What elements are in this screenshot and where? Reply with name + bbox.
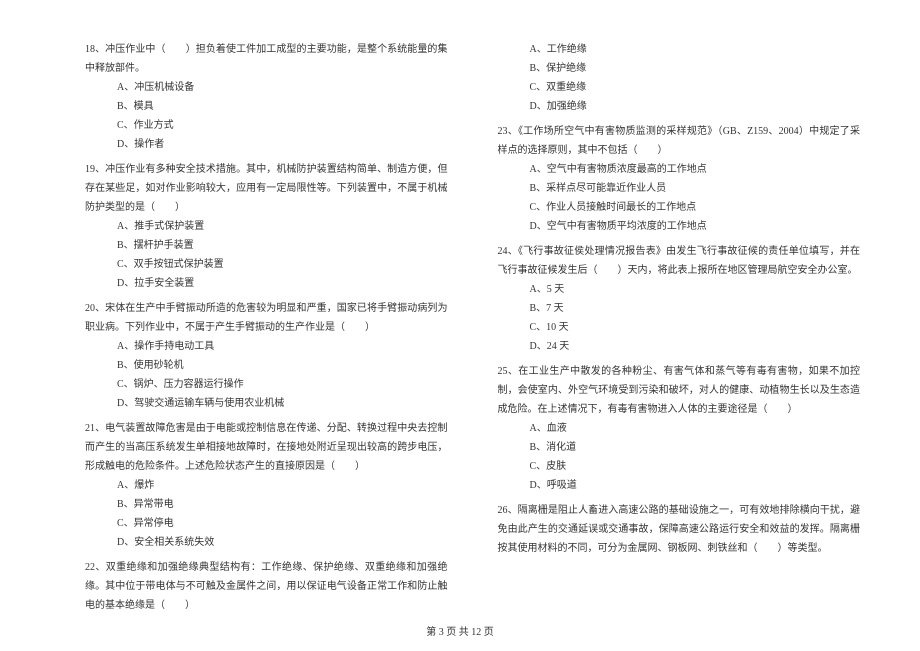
option-b: B、摆杆护手装置: [85, 236, 448, 255]
option-d: D、加强绝缘: [498, 97, 861, 116]
option-b: B、消化道: [498, 438, 861, 457]
option-b: B、采样点尽可能靠近作业人员: [498, 179, 861, 198]
option-a: A、工作绝缘: [498, 40, 861, 59]
question-text: 20、宋体在生产中手臂振动所造的危害较为明显和严重，国家已将手臂振动病列为职业病…: [85, 299, 448, 337]
question-24: 24、《飞行事故征侯处理情况报告表》由发生飞行事故征候的责任单位填写，并在飞行事…: [498, 242, 861, 356]
option-a: A、空气中有害物质浓度最高的工作地点: [498, 160, 861, 179]
question-23: 23、《工作场所空气中有害物质监测的采样规范》（GB、Z159、2004）中规定…: [498, 122, 861, 236]
option-d: D、操作者: [85, 135, 448, 154]
option-c: C、皮肤: [498, 457, 861, 476]
question-25: 25、在工业生产中散发的各种粉尘、有害气体和蒸气等有毒有害物，如果不加控制，会使…: [498, 362, 861, 495]
option-c: C、作业人员接触时间最长的工作地点: [498, 198, 861, 217]
option-d: D、空气中有害物质平均浓度的工作地点: [498, 217, 861, 236]
page-footer: 第 3 页 共 12 页: [0, 623, 920, 638]
question-22: 22、双重绝缘和加强绝缘典型结构有：工作绝缘、保护绝缘、双重绝缘和加强绝缘。其中…: [85, 558, 448, 615]
option-b: B、模具: [85, 97, 448, 116]
question-text: 23、《工作场所空气中有害物质监测的采样规范》（GB、Z159、2004）中规定…: [498, 122, 861, 160]
question-text: 19、冲压作业有多种安全技术措施。其中，机械防护装置结构简单、制造方便，但存在某…: [85, 160, 448, 217]
option-b: B、使用砂轮机: [85, 356, 448, 375]
question-text: 21、电气装置故障危害是由于电能或控制信息在传递、分配、转换过程中央去控制而产生…: [85, 419, 448, 476]
option-c: C、10 天: [498, 318, 861, 337]
question-18: 18、冲压作业中（ ）担负着使工件加工成型的主要功能，是整个系统能量的集中释放部…: [85, 40, 448, 154]
option-a: A、冲压机械设备: [85, 78, 448, 97]
left-column: 18、冲压作业中（ ）担负着使工件加工成型的主要功能，是整个系统能量的集中释放部…: [85, 40, 448, 621]
option-d: D、安全相关系统失效: [85, 533, 448, 552]
question-20: 20、宋体在生产中手臂振动所造的危害较为明显和严重，国家已将手臂振动病列为职业病…: [85, 299, 448, 413]
option-b: B、7 天: [498, 299, 861, 318]
option-c: C、作业方式: [85, 116, 448, 135]
question-22-options: A、工作绝缘 B、保护绝缘 C、双重绝缘 D、加强绝缘: [498, 40, 861, 116]
question-text: 26、隔离栅是阻止人畜进入高速公路的基础设施之一，可有效地排除横向干扰，避免由此…: [498, 501, 861, 558]
document-page: 18、冲压作业中（ ）担负着使工件加工成型的主要功能，是整个系统能量的集中释放部…: [0, 0, 920, 651]
option-b: B、异常带电: [85, 495, 448, 514]
option-a: A、操作手持电动工具: [85, 337, 448, 356]
question-19: 19、冲压作业有多种安全技术措施。其中，机械防护装置结构简单、制造方便，但存在某…: [85, 160, 448, 293]
option-c: C、锅炉、压力容器运行操作: [85, 375, 448, 394]
option-b: B、保护绝缘: [498, 59, 861, 78]
question-text: 24、《飞行事故征侯处理情况报告表》由发生飞行事故征候的责任单位填写，并在飞行事…: [498, 242, 861, 280]
question-26: 26、隔离栅是阻止人畜进入高速公路的基础设施之一，可有效地排除横向干扰，避免由此…: [498, 501, 861, 558]
question-text: 25、在工业生产中散发的各种粉尘、有害气体和蒸气等有毒有害物，如果不加控制，会使…: [498, 362, 861, 419]
option-d: D、拉手安全装置: [85, 274, 448, 293]
option-c: C、异常停电: [85, 514, 448, 533]
question-21: 21、电气装置故障危害是由于电能或控制信息在传递、分配、转换过程中央去控制而产生…: [85, 419, 448, 552]
option-d: D、驾驶交通运输车辆与使用农业机械: [85, 394, 448, 413]
option-a: A、血液: [498, 419, 861, 438]
right-column: A、工作绝缘 B、保护绝缘 C、双重绝缘 D、加强绝缘 23、《工作场所空气中有…: [498, 40, 861, 621]
option-d: D、24 天: [498, 337, 861, 356]
option-a: A、5 天: [498, 280, 861, 299]
question-text: 18、冲压作业中（ ）担负着使工件加工成型的主要功能，是整个系统能量的集中释放部…: [85, 40, 448, 78]
option-c: C、双重绝缘: [498, 78, 861, 97]
option-c: C、双手按钮式保护装置: [85, 255, 448, 274]
option-a: A、爆炸: [85, 476, 448, 495]
option-a: A、推手式保护装置: [85, 217, 448, 236]
option-d: D、呼吸道: [498, 476, 861, 495]
question-text: 22、双重绝缘和加强绝缘典型结构有：工作绝缘、保护绝缘、双重绝缘和加强绝缘。其中…: [85, 558, 448, 615]
